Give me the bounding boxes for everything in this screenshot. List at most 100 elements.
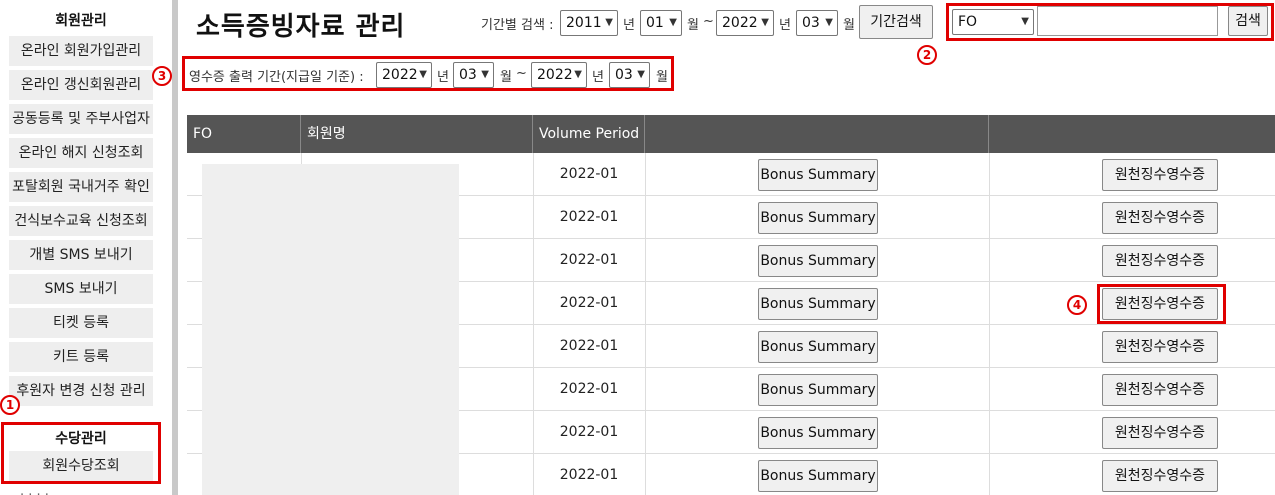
bonus-summary-button[interactable]: Bonus Summary: [758, 460, 878, 492]
from-month-value: 01: [646, 15, 664, 31]
sidebar-item-online-renewal[interactable]: 온라인 갱신회원관리: [9, 70, 153, 100]
search-input[interactable]: [1037, 6, 1218, 36]
highlight-box-4: [1097, 284, 1226, 324]
receipt-to-year-select[interactable]: 2022 ▼: [531, 62, 587, 88]
bonus-summary-button[interactable]: Bonus Summary: [758, 331, 878, 363]
receipt-period-label: 영수증 출력 기간(지급일 기준) :: [189, 70, 364, 85]
withholding-receipt-button[interactable]: 원천징수영수증: [1102, 202, 1218, 234]
highlight-box-1: [1, 422, 161, 484]
marker-1: 1: [0, 395, 20, 415]
period-search-label: 기간별 검색 :: [481, 18, 554, 33]
column-divider: [645, 153, 646, 196]
volume-period-cell: 2022-01: [559, 209, 619, 225]
withholding-receipt-button[interactable]: 원천징수영수증: [1102, 417, 1218, 449]
page-title: 소득증빙자료 관리: [196, 12, 406, 42]
sidebar-item-cutoff: · · · ·: [20, 488, 49, 495]
column-divider: [989, 325, 990, 368]
chevron-down-icon: ▼: [1021, 16, 1029, 27]
to-year-select[interactable]: 2022 ▼: [716, 10, 774, 36]
period-search-button[interactable]: 기간검색: [859, 5, 933, 39]
column-divider: [989, 282, 990, 325]
chevron-down-icon: ▼: [419, 69, 427, 80]
bonus-summary-button[interactable]: Bonus Summary: [758, 417, 878, 449]
marker-2: 2: [917, 45, 937, 65]
column-divider: [645, 368, 646, 411]
receipt-to-month-select[interactable]: 03 ▼: [609, 62, 650, 88]
receipt-to-year-value: 2022: [537, 67, 573, 83]
receipt-from-year-select[interactable]: 2022 ▼: [376, 62, 432, 88]
column-divider: [989, 153, 990, 196]
sidebar-item-joint-registration[interactable]: 공동등록 및 주부사업자: [9, 104, 153, 134]
bonus-summary-button[interactable]: Bonus Summary: [758, 202, 878, 234]
volume-period-cell: 2022-01: [559, 424, 619, 440]
sidebar-item-residence-check[interactable]: 포탈회원 국내거주 확인: [9, 172, 153, 202]
column-divider: [645, 239, 646, 282]
sidebar-header-member: 회원관리: [55, 13, 107, 29]
sidebar-divider[interactable]: [172, 0, 178, 495]
chevron-down-icon: ▼: [605, 17, 613, 28]
column-bonus: [645, 115, 989, 153]
sidebar-item-sms[interactable]: SMS 보내기: [9, 274, 153, 304]
column-member-name: 회원명: [301, 115, 533, 153]
withholding-receipt-button[interactable]: 원천징수영수증: [1102, 460, 1218, 492]
receipt-from-month-value: 03: [459, 67, 477, 83]
receipt-range-separator: ~: [516, 66, 527, 81]
sidebar-item-online-signup[interactable]: 온라인 회원가입관리: [9, 36, 153, 66]
withholding-receipt-button[interactable]: 원천징수영수증: [1102, 245, 1218, 277]
receipt-to-year-unit: 년: [592, 70, 604, 85]
from-year-value: 2011: [566, 15, 602, 31]
search-type-value: FO: [958, 14, 978, 30]
marker-3: 3: [152, 66, 172, 86]
from-month-select[interactable]: 01 ▼: [640, 10, 682, 36]
column-divider: [989, 454, 990, 495]
sidebar-item-ticket[interactable]: 티켓 등록: [9, 308, 153, 338]
receipt-from-month-unit: 월: [500, 70, 512, 85]
volume-period-cell: 2022-01: [559, 467, 619, 483]
column-divider: [645, 196, 646, 239]
chevron-down-icon: ▼: [637, 69, 645, 80]
sidebar-item-cancel-request[interactable]: 온라인 해지 신청조회: [9, 138, 153, 168]
marker-4: 4: [1067, 295, 1087, 315]
withholding-receipt-button[interactable]: 원천징수영수증: [1102, 159, 1218, 191]
from-year-unit: 년: [623, 18, 635, 33]
receipt-to-month-value: 03: [615, 67, 633, 83]
receipt-from-year-value: 2022: [382, 67, 418, 83]
bonus-summary-button[interactable]: Bonus Summary: [758, 288, 878, 320]
chevron-down-icon: ▼: [825, 17, 833, 28]
column-receipt: [989, 115, 1275, 153]
column-divider: [989, 196, 990, 239]
chevron-down-icon: ▼: [574, 69, 582, 80]
range-separator: ~: [703, 14, 714, 29]
to-month-select[interactable]: 03 ▼: [796, 10, 838, 36]
bonus-summary-button[interactable]: Bonus Summary: [758, 245, 878, 277]
search-type-select[interactable]: FO ▼: [952, 9, 1034, 35]
column-divider: [645, 282, 646, 325]
sidebar-item-kit[interactable]: 키트 등록: [9, 342, 153, 372]
volume-period-cell: 2022-01: [559, 252, 619, 268]
search-button[interactable]: 검색: [1228, 6, 1268, 36]
sidebar-item-individual-sms[interactable]: 개별 SMS 보내기: [9, 240, 153, 270]
chevron-down-icon: ▼: [481, 69, 489, 80]
chevron-down-icon: ▼: [669, 17, 677, 28]
receipt-to-month-unit: 월: [656, 70, 668, 85]
receipt-from-month-select[interactable]: 03 ▼: [453, 62, 494, 88]
column-divider: [645, 454, 646, 495]
column-volume-period: Volume Period: [533, 115, 645, 153]
column-fo: FO: [187, 115, 301, 153]
sidebar-item-education-request[interactable]: 건식보수교육 신청조회: [9, 206, 153, 236]
bonus-summary-button[interactable]: Bonus Summary: [758, 374, 878, 406]
bonus-summary-button[interactable]: Bonus Summary: [758, 159, 878, 191]
redacted-area: [202, 164, 459, 495]
to-year-value: 2022: [722, 15, 758, 31]
withholding-receipt-button[interactable]: 원천징수영수증: [1102, 374, 1218, 406]
volume-period-cell: 2022-01: [559, 166, 619, 182]
to-month-unit: 월: [843, 18, 855, 33]
column-divider: [989, 368, 990, 411]
column-divider: [989, 411, 990, 454]
withholding-receipt-button[interactable]: 원천징수영수증: [1102, 331, 1218, 363]
from-year-select[interactable]: 2011 ▼: [560, 10, 618, 36]
receipt-from-year-unit: 년: [437, 70, 449, 85]
page: 회원관리 온라인 회원가입관리 온라인 갱신회원관리 공동등록 및 주부사업자 …: [0, 0, 1275, 495]
volume-period-cell: 2022-01: [559, 338, 619, 354]
sidebar-item-sponsor-change[interactable]: 후원자 변경 신청 관리: [9, 376, 153, 406]
